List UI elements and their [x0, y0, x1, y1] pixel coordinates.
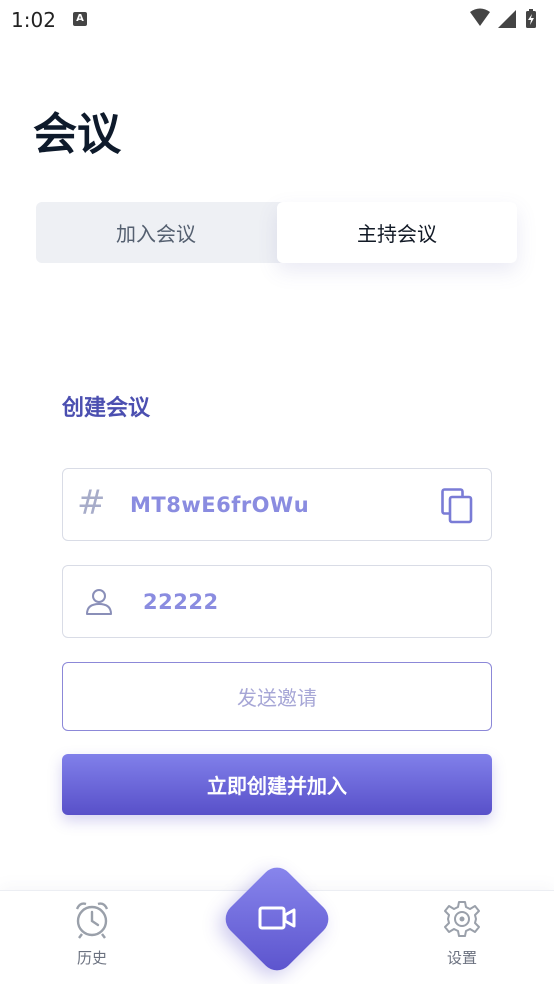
- nav-history-label: 历史: [76, 949, 107, 967]
- page-title: 会议: [33, 109, 121, 160]
- signal-icon: [498, 10, 516, 28]
- battery-charging-icon: [526, 9, 536, 28]
- create-and-join-button[interactable]: 立即创建并加入: [62, 754, 492, 815]
- nav-history[interactable]: 历史: [60, 899, 124, 979]
- user-name-field[interactable]: 22222: [62, 565, 492, 638]
- meeting-id-value: MT8wE6frOWu: [130, 493, 310, 517]
- nav-settings-label: 设置: [446, 949, 477, 967]
- section-title: 创建会议: [62, 396, 151, 421]
- meeting-mode-tabs: 加入会议 主持会议: [36, 202, 517, 263]
- alarm-clock-icon: [75, 902, 109, 939]
- wifi-icon: [470, 8, 490, 26]
- hash-icon: #: [77, 483, 106, 523]
- user-name-value: 22222: [143, 590, 219, 614]
- meeting-id-field[interactable]: # MT8wE6frOWu: [62, 468, 492, 541]
- status-time: 1:02: [11, 8, 56, 32]
- user-icon: [86, 589, 112, 615]
- video-camera-icon[interactable]: [258, 902, 296, 934]
- tab-join-meeting[interactable]: 加入会议: [36, 202, 276, 263]
- gear-icon: [444, 901, 480, 937]
- copy-icon[interactable]: [441, 488, 473, 524]
- nav-settings[interactable]: 设置: [430, 899, 494, 979]
- tab-host-meeting[interactable]: 主持会议: [277, 202, 517, 263]
- status-bar: 1:02 A: [0, 0, 554, 40]
- send-invite-button[interactable]: 发送邀请: [62, 662, 492, 731]
- notification-icon: A: [73, 12, 87, 26]
- system-status-icons: [470, 8, 536, 28]
